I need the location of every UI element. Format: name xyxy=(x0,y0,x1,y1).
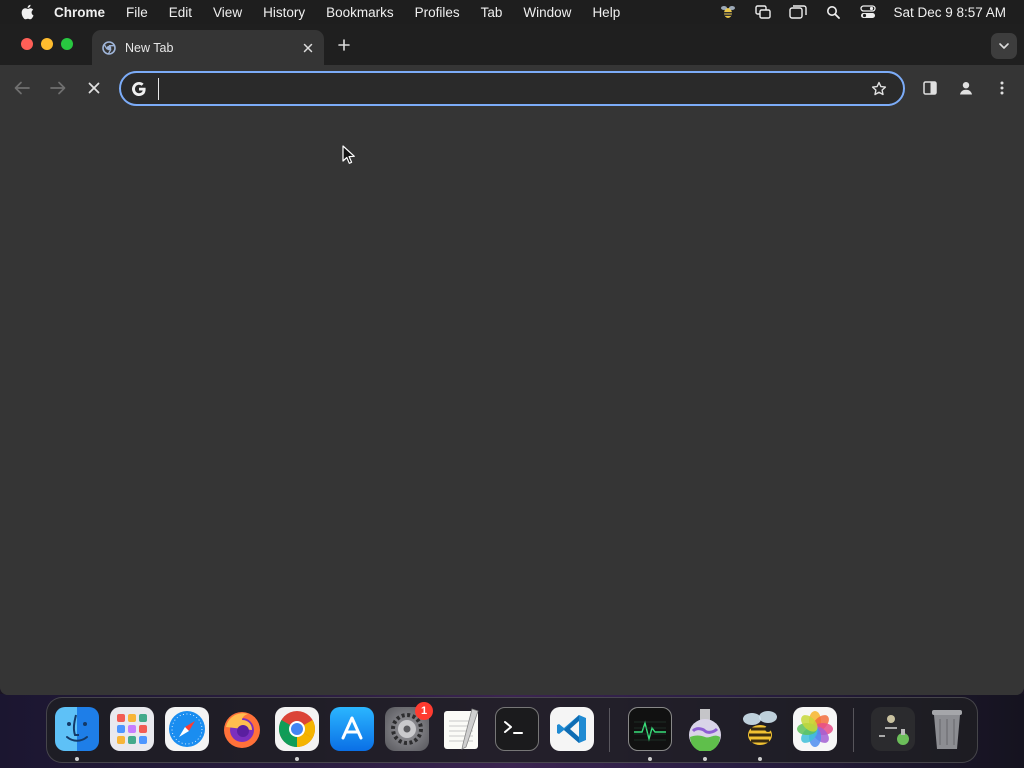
bee-status-icon[interactable] xyxy=(719,4,737,20)
menu-edit[interactable]: Edit xyxy=(169,5,192,20)
launchpad-icon[interactable] xyxy=(110,707,154,751)
bee-icon[interactable] xyxy=(738,707,782,751)
window-maximize-button[interactable] xyxy=(61,38,73,50)
chrome-favicon-icon xyxy=(101,40,117,56)
menu-history[interactable]: History xyxy=(263,5,305,20)
spotlight-search-icon[interactable] xyxy=(824,4,842,20)
stop-loading-icon[interactable] xyxy=(83,77,105,99)
tab-new-tab[interactable]: New Tab xyxy=(92,30,324,65)
stacks-icon[interactable] xyxy=(871,707,915,751)
dock: 1 xyxy=(46,697,978,763)
screen-share-icon[interactable] xyxy=(754,4,772,20)
flask-running-indicator xyxy=(703,757,707,761)
control-center-icon[interactable] xyxy=(859,4,877,20)
menu-app-name[interactable]: Chrome xyxy=(54,5,105,20)
finder-icon[interactable] xyxy=(55,707,99,751)
menu-profiles[interactable]: Profiles xyxy=(415,5,460,20)
address-input[interactable] xyxy=(158,77,869,100)
settings-notification-badge: 1 xyxy=(415,702,433,720)
app-store-icon[interactable] xyxy=(330,707,374,751)
profile-icon[interactable] xyxy=(955,77,977,99)
windows-icon[interactable] xyxy=(789,4,808,20)
menu-tab[interactable]: Tab xyxy=(481,5,503,20)
google-g-icon xyxy=(130,80,148,98)
side-panel-icon[interactable] xyxy=(919,77,941,99)
menu-view[interactable]: View xyxy=(213,5,242,20)
chrome-window: New Tab xyxy=(0,24,1024,695)
terminal-icon[interactable] xyxy=(495,707,539,751)
chrome-running-indicator xyxy=(295,757,299,761)
dock-separator xyxy=(609,708,610,752)
more-menu-icon[interactable] xyxy=(991,77,1013,99)
window-close-button[interactable] xyxy=(21,38,33,50)
address-bar[interactable] xyxy=(119,71,905,106)
window-minimize-button[interactable] xyxy=(41,38,53,50)
menu-help[interactable]: Help xyxy=(592,5,620,20)
mouse-pointer-icon xyxy=(342,145,356,165)
page-content[interactable] xyxy=(0,111,1024,695)
activity-monitor-running-indicator xyxy=(648,757,652,761)
menu-bookmarks[interactable]: Bookmarks xyxy=(326,5,394,20)
apple-menu-icon[interactable] xyxy=(20,4,34,20)
trash-icon[interactable] xyxy=(925,707,969,751)
new-tab-plus-icon[interactable] xyxy=(334,35,354,55)
browser-toolbar xyxy=(0,65,1024,111)
menu-window[interactable]: Window xyxy=(523,5,571,20)
bee-running-indicator xyxy=(758,757,762,761)
back-arrow-icon[interactable] xyxy=(11,77,33,99)
firefox-icon[interactable] xyxy=(220,707,264,751)
menu-bar-status-area: Sat Dec 9 8:57 AM xyxy=(702,0,1006,24)
safari-icon[interactable] xyxy=(165,707,209,751)
chrome-icon[interactable] xyxy=(275,707,319,751)
finder-running-indicator xyxy=(75,757,79,761)
photos-icon[interactable] xyxy=(793,707,837,751)
tab-strip: New Tab xyxy=(0,24,1024,65)
menu-file[interactable]: File xyxy=(126,5,148,20)
vscode-icon[interactable] xyxy=(550,707,594,751)
flask-icon[interactable] xyxy=(683,707,727,751)
tab-close-icon[interactable] xyxy=(300,40,316,56)
menu-bar-clock[interactable]: Sat Dec 9 8:57 AM xyxy=(893,5,1006,20)
activity-monitor-icon[interactable] xyxy=(628,707,672,751)
forward-arrow-icon[interactable] xyxy=(47,77,69,99)
tab-search-chevron-icon[interactable] xyxy=(991,33,1017,59)
menu-bar: Chrome File Edit View History Bookmarks … xyxy=(0,0,1024,24)
bookmark-star-icon[interactable] xyxy=(869,79,889,99)
dock-separator-2 xyxy=(853,708,854,752)
textedit-icon[interactable] xyxy=(440,707,484,751)
tab-title: New Tab xyxy=(125,40,174,55)
